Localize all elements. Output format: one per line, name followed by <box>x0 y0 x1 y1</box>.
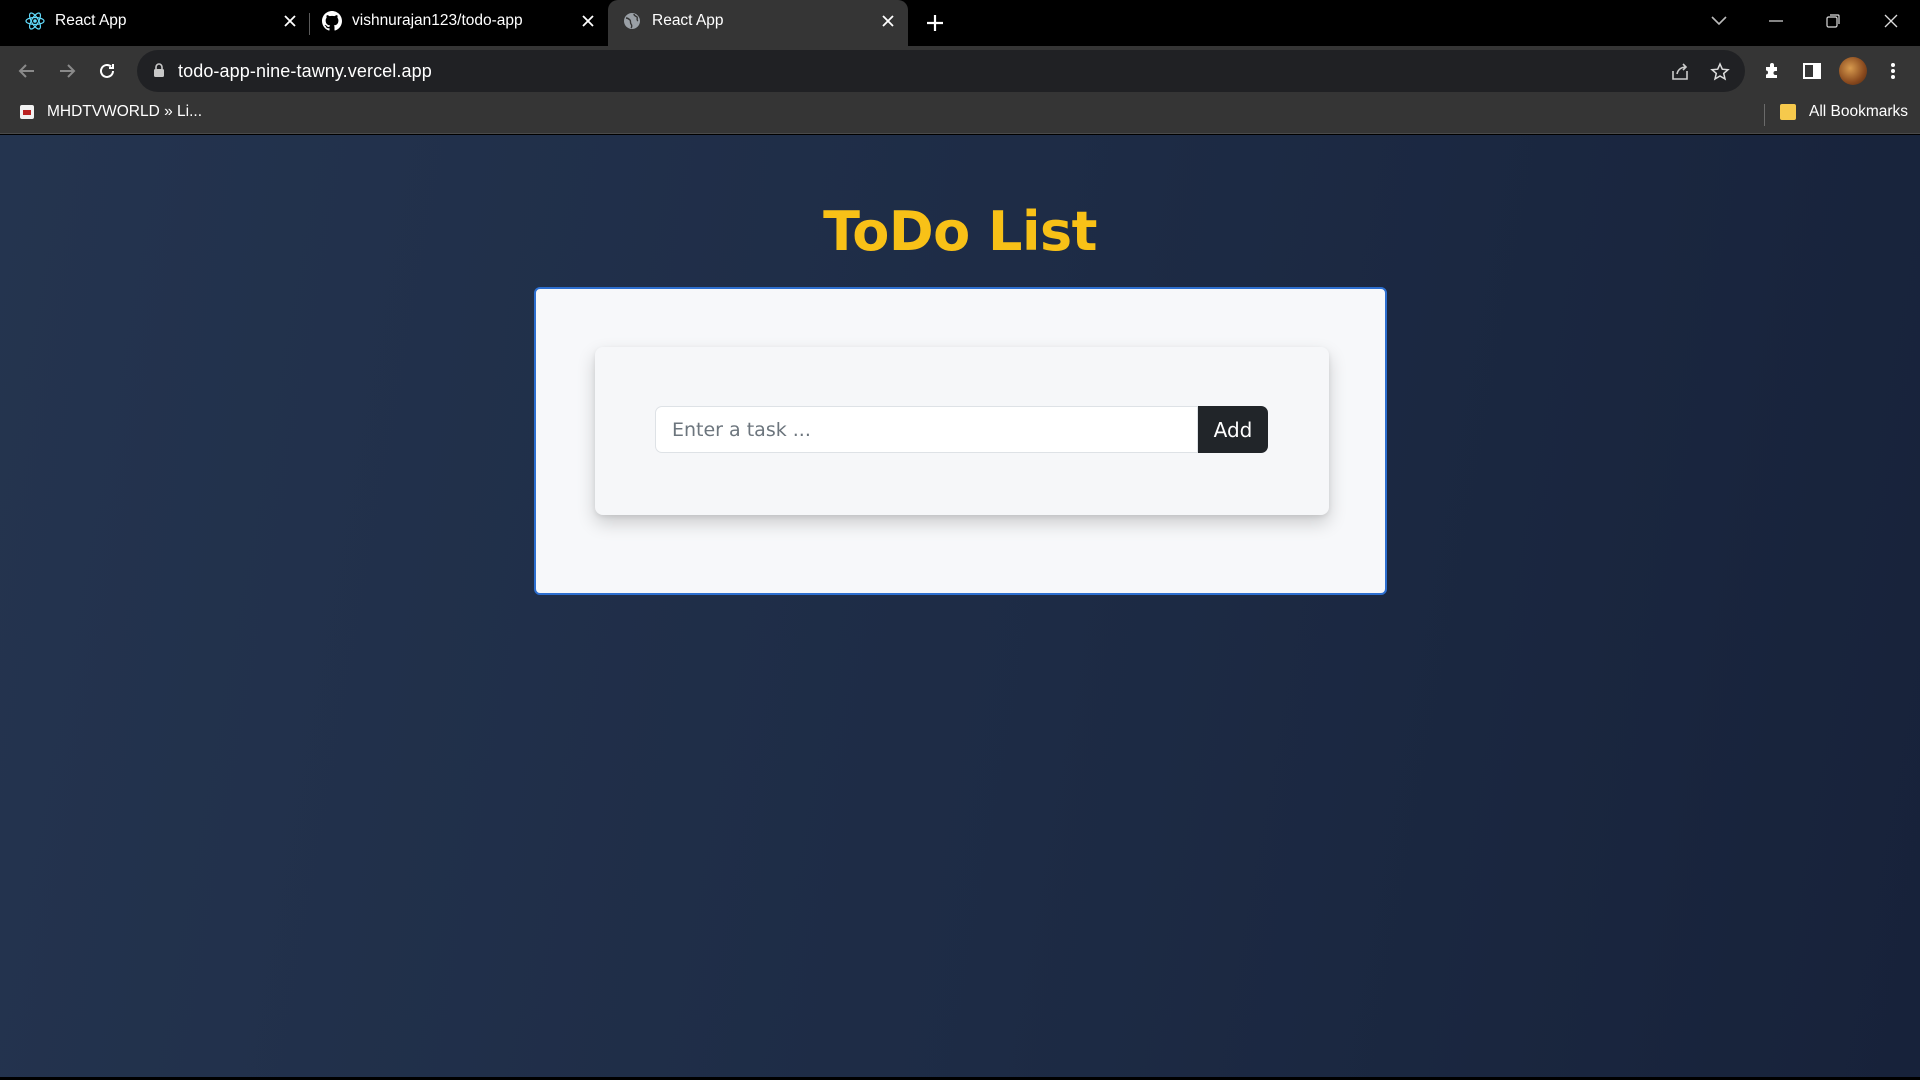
bookmark-mhdtvworld[interactable]: MHDTVWORLD » Li... <box>20 103 202 121</box>
new-tab-button[interactable] <box>920 8 950 38</box>
profile-avatar[interactable] <box>1839 57 1867 85</box>
bookmark-star-icon[interactable] <box>1707 59 1733 85</box>
close-icon <box>1884 14 1898 28</box>
browser-toolbar: todo-app-nine-tawny.vercel.app <box>0 46 1920 94</box>
share-icon[interactable] <box>1667 59 1693 85</box>
plus-icon <box>927 15 943 31</box>
arrow-left-icon <box>18 64 34 78</box>
page-content: ToDo List Add <box>0 135 1920 1077</box>
tab-search-button[interactable] <box>1702 6 1736 36</box>
close-icon[interactable] <box>878 11 898 31</box>
react-icon <box>25 11 45 31</box>
tab-strip: React App vishnurajan123/todo-app React … <box>0 0 1920 46</box>
task-input[interactable] <box>655 406 1198 453</box>
url-text[interactable]: todo-app-nine-tawny.vercel.app <box>178 61 432 82</box>
address-bar[interactable]: todo-app-nine-tawny.vercel.app <box>137 50 1745 92</box>
lock-icon[interactable] <box>153 63 165 83</box>
tab-react-app-1[interactable]: React App <box>0 0 308 46</box>
tab-title: vishnurajan123/todo-app <box>352 12 523 29</box>
github-icon <box>322 11 342 31</box>
todo-card: Add <box>534 287 1387 595</box>
back-button[interactable] <box>12 56 42 86</box>
bookmark-label: MHDTVWORLD » Li... <box>47 103 203 120</box>
minimize-icon <box>1769 20 1783 22</box>
close-icon[interactable] <box>280 11 300 31</box>
arrow-right-icon <box>60 64 76 78</box>
close-window-button[interactable] <box>1874 6 1908 36</box>
tab-react-app-active[interactable]: React App <box>608 0 908 46</box>
restore-button[interactable] <box>1816 6 1850 36</box>
side-panel-icon[interactable] <box>1797 56 1827 86</box>
tab-title: React App <box>652 12 724 29</box>
reload-icon <box>100 63 114 78</box>
reload-button[interactable] <box>92 56 122 86</box>
all-bookmarks-button[interactable]: All Bookmarks <box>1780 103 1908 121</box>
tab-title: React App <box>55 12 127 29</box>
site-favicon-icon <box>20 105 34 119</box>
folder-icon <box>1780 104 1796 120</box>
globe-icon <box>622 11 642 31</box>
bookmarks-divider <box>1764 104 1765 126</box>
tab-github-repo[interactable]: vishnurajan123/todo-app <box>308 0 608 46</box>
input-panel: Add <box>595 347 1329 515</box>
add-button[interactable]: Add <box>1198 406 1268 453</box>
chevron-down-icon <box>1711 16 1727 26</box>
all-bookmarks-label: All Bookmarks <box>1809 103 1909 120</box>
restore-icon <box>1826 14 1840 28</box>
extensions-icon[interactable] <box>1757 56 1787 86</box>
forward-button[interactable] <box>52 56 82 86</box>
bookmarks-bar: MHDTVWORLD » Li... All Bookmarks <box>0 94 1920 134</box>
page-title: ToDo List <box>823 200 1097 263</box>
close-icon[interactable] <box>578 11 598 31</box>
menu-kebab-icon[interactable] <box>1878 56 1908 86</box>
minimize-button[interactable] <box>1759 6 1793 36</box>
